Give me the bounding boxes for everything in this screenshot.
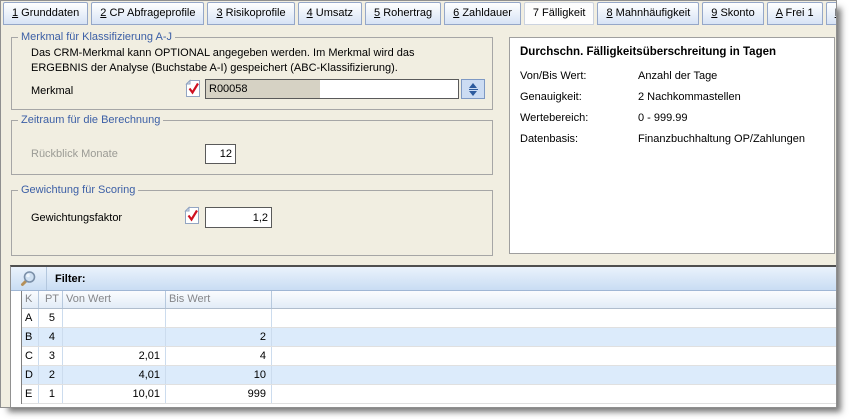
group-title: Zeitraum für die Berechnung (18, 113, 163, 127)
info-label: Von/Bis Wert: (520, 70, 638, 82)
info-value: Anzahl der Tage (638, 70, 717, 82)
info-label: Datenbasis: (520, 133, 638, 145)
app-window: 1 Grunddaten 2 CP Abfrageprofile 3 Risik… (0, 0, 837, 408)
table-row[interactable]: C 3 2,01 4 (22, 347, 837, 366)
tab-strip: 1 Grunddaten 2 CP Abfrageprofile 3 Risik… (3, 3, 837, 25)
spinner-up-icon (469, 83, 477, 88)
required-check-icon (185, 79, 201, 103)
merkmal-field-filler (320, 80, 458, 98)
info-row: Wertebereich: 0 - 999.99 (520, 112, 824, 124)
group-title: Merkmal für Klassifizierung A-J (18, 30, 175, 44)
table-row[interactable]: B 4 2 (22, 328, 837, 347)
group-merkmal-klassifizierung: Merkmal für Klassifizierung A-J Das CRM-… (11, 37, 493, 110)
info-value: 0 - 999.99 (638, 112, 688, 124)
cell-pt: 2 (39, 366, 63, 384)
cell-bis-wert (166, 309, 272, 327)
required-check-icon (184, 206, 200, 230)
gewichtungsfaktor-input[interactable] (205, 207, 272, 228)
gewichtungsfaktor-label: Gewichtungsfaktor (31, 212, 122, 224)
cell-empty (272, 328, 837, 346)
cell-von-wert: 4,01 (63, 366, 166, 384)
cell-empty (272, 347, 837, 365)
tab-frei-1[interactable]: A Frei 1 (767, 2, 823, 25)
group-title: Gewichtung für Scoring (18, 183, 138, 197)
cell-k: B (22, 328, 39, 346)
tab-zahldauer[interactable]: 6 Zahldauer (444, 2, 521, 25)
group-zeitraum-berechnung: Zeitraum für die Berechnung Rückblick Mo… (11, 120, 493, 175)
tab-umsatz[interactable]: 4 Umsatz (298, 2, 362, 25)
group-gewichtung-scoring: Gewichtung für Scoring Gewichtungsfaktor (11, 190, 493, 256)
cell-k: D (22, 366, 39, 384)
info-row: Genauigkeit: 2 Nachkommastellen (520, 91, 824, 103)
cell-bis-wert: 999 (166, 385, 272, 403)
cell-von-wert: 2,01 (63, 347, 166, 365)
cell-von-wert (63, 328, 166, 346)
cell-bis-wert: 2 (166, 328, 272, 346)
grid-filter-bar: Filter: (11, 267, 837, 291)
merkmal-label: Merkmal (31, 85, 73, 97)
cell-pt: 1 (39, 385, 63, 403)
info-row: Datenbasis: Finanzbuchhaltung OP/Zahlung… (520, 133, 824, 145)
info-label: Genauigkeit: (520, 91, 638, 103)
info-panel-title: Durchschn. Fälligkeitsüberschreitung in … (520, 46, 824, 58)
classification-table: K PT Von Wert Bis Wert A 5 B 4 (21, 291, 837, 404)
cell-pt: 4 (39, 328, 63, 346)
info-row: Von/Bis Wert: Anzahl der Tage (520, 70, 824, 82)
rueckblick-monate-label: Rückblick Monate (31, 148, 118, 160)
cell-pt: 5 (39, 309, 63, 327)
cell-k: C (22, 347, 39, 365)
info-value: 2 Nachkommastellen (638, 91, 741, 103)
classification-grid-panel: Filter: K PT Von Wert Bis Wert A 5 (10, 265, 837, 408)
header-empty (272, 291, 837, 308)
tab-cp-abfrageprofile[interactable]: 2 CP Abfrageprofile (91, 2, 204, 25)
info-panel-faelligkeit: Durchschn. Fälligkeitsüberschreitung in … (509, 37, 835, 254)
filter-label: Filter: (55, 273, 86, 285)
table-header-row: K PT Von Wert Bis Wert (22, 291, 837, 309)
spinner-down-icon (469, 91, 477, 96)
screenshot-stage: 1 Grunddaten 2 CP Abfrageprofile 3 Risik… (0, 0, 849, 419)
cell-empty (272, 366, 837, 384)
cell-k: E (22, 385, 39, 403)
header-k[interactable]: K (22, 291, 39, 308)
table-row[interactable]: A 5 (22, 309, 837, 328)
rueckblick-monate-input[interactable] (205, 144, 236, 164)
tab-frei-2[interactable]: B Frei 2 (826, 2, 837, 25)
merkmal-field (205, 79, 459, 99)
tab-mahnhaeufigkeit[interactable]: 8 Mahnhäufigkeit (597, 2, 699, 25)
cell-empty (272, 309, 837, 327)
tab-rohertrag[interactable]: 5 Rohertrag (365, 2, 441, 25)
cell-bis-wert: 4 (166, 347, 272, 365)
tab-skonto[interactable]: 9 Skonto (702, 2, 763, 25)
info-value: Finanzbuchhaltung OP/Zahlungen (638, 133, 805, 145)
tab-faelligkeit[interactable]: 7 Fälligkeit (524, 2, 595, 25)
cell-pt: 3 (39, 347, 63, 365)
cell-von-wert: 10,01 (63, 385, 166, 403)
tab-grunddaten[interactable]: 1 Grunddaten (3, 2, 88, 25)
header-pt[interactable]: PT (39, 291, 63, 308)
info-label: Wertebereich: (520, 112, 638, 124)
merkmal-spinner-button[interactable] (461, 79, 485, 99)
cell-empty (272, 385, 837, 403)
table-row[interactable]: E 1 10,01 999 (22, 385, 837, 404)
magnifier-icon (20, 270, 37, 287)
cell-von-wert (63, 309, 166, 327)
tab-risikoprofile[interactable]: 3 Risikoprofile (207, 2, 294, 25)
spinner-divider (469, 89, 478, 90)
header-von-wert[interactable]: Von Wert (63, 291, 166, 308)
table-row[interactable]: D 2 4,01 10 (22, 366, 837, 385)
merkmal-description: Das CRM-Merkmal kann OPTIONAL angegeben … (31, 46, 455, 76)
cell-bis-wert: 10 (166, 366, 272, 384)
header-bis-wert[interactable]: Bis Wert (166, 291, 272, 308)
merkmal-input[interactable] (206, 80, 320, 98)
filter-search-button[interactable] (11, 267, 47, 290)
cell-k: A (22, 309, 39, 327)
